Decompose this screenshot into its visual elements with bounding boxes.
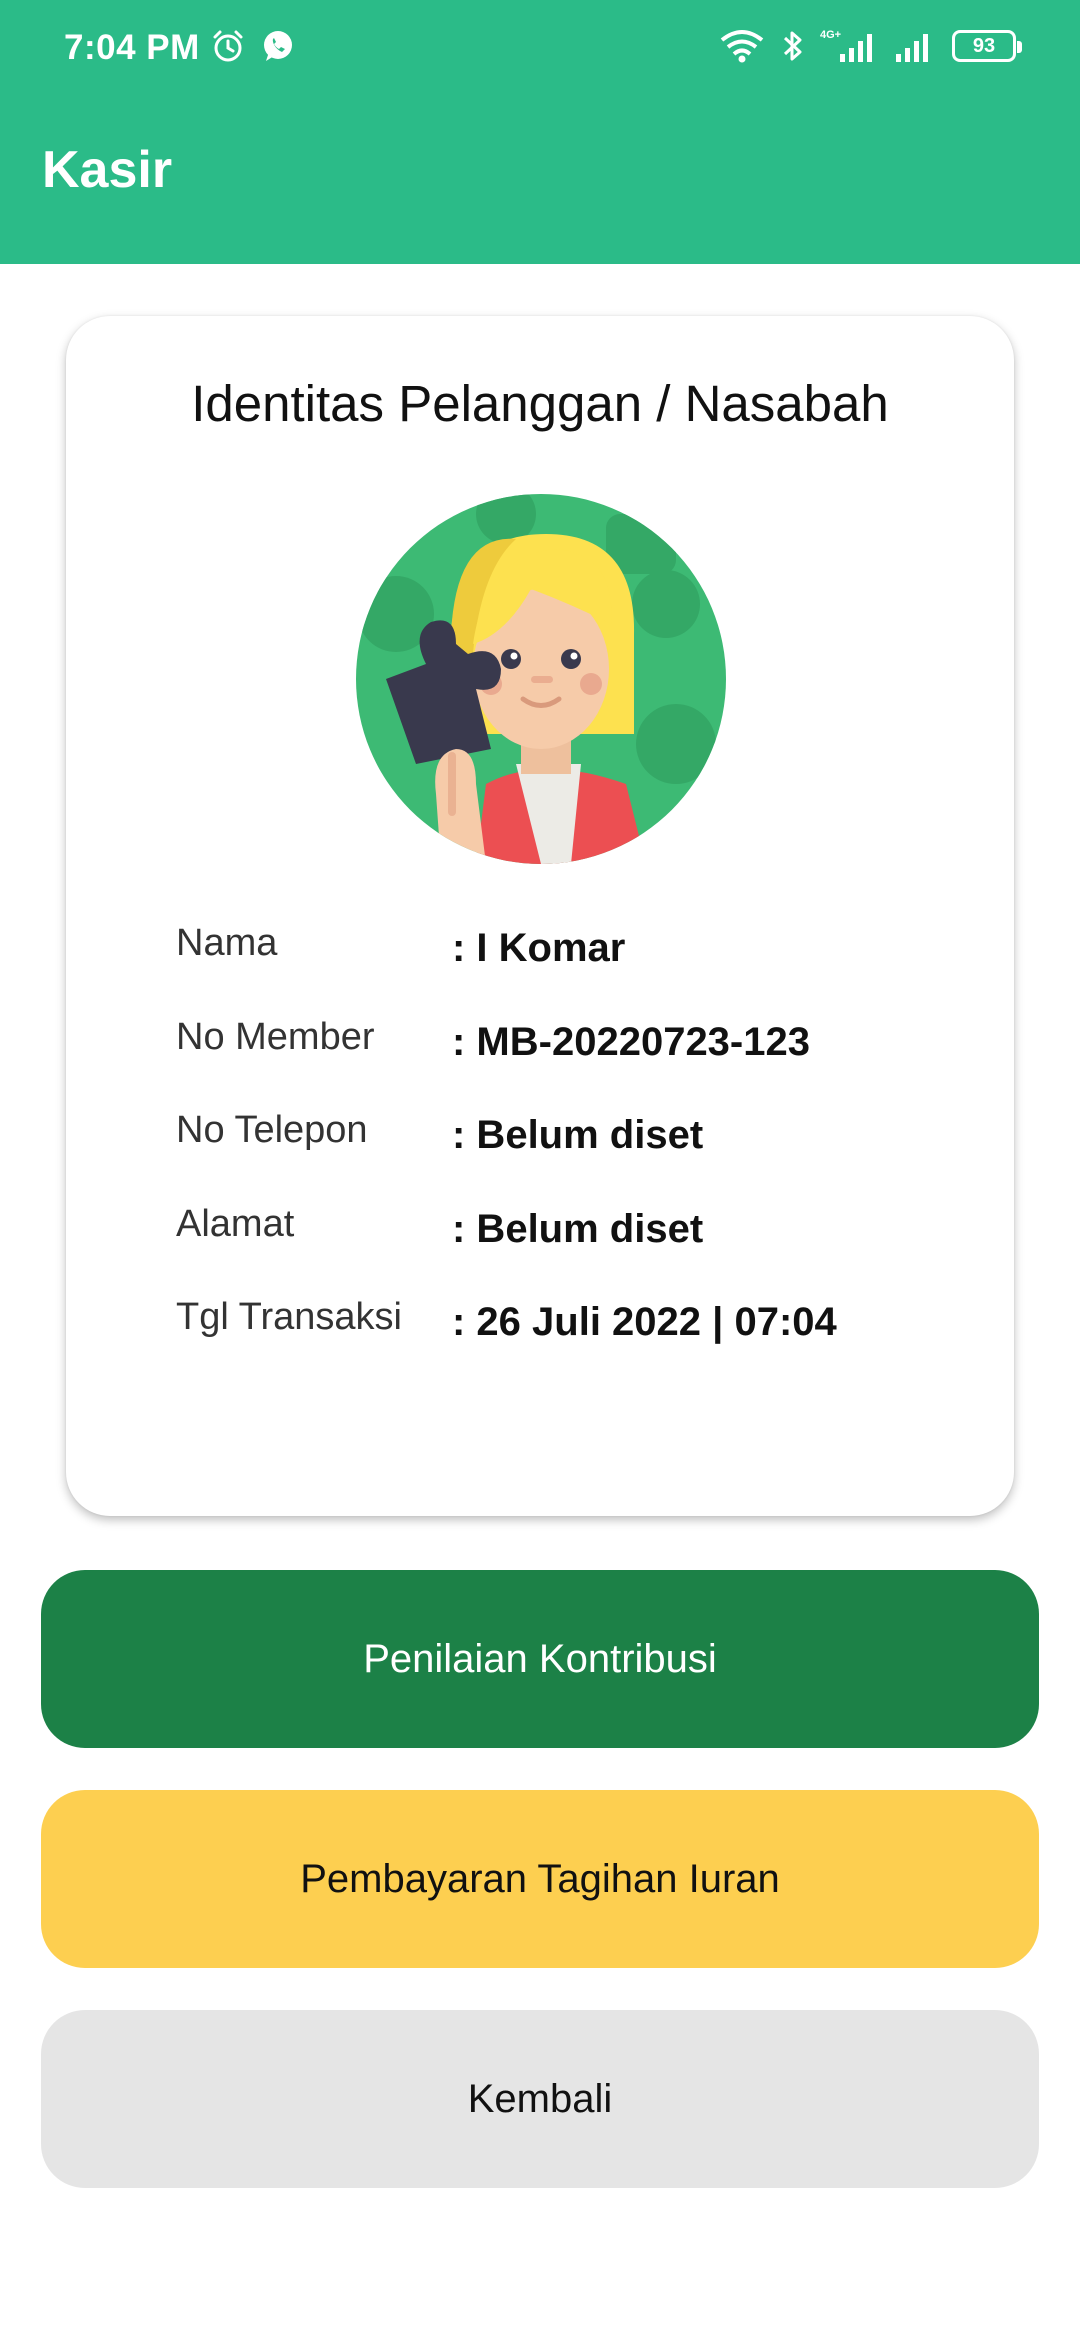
signal-4g-icon: 4G+ [820, 29, 872, 62]
info-value: : MB-20220723-123 [452, 1020, 810, 1064]
svg-text:4G+: 4G+ [820, 29, 841, 41]
info-value: : Belum diset [452, 1207, 704, 1251]
info-value: : Belum diset [452, 1113, 704, 1157]
info-row-nama: Nama : I Komar [176, 922, 996, 982]
status-bar: 7:04 PM 4G+ 93 [0, 0, 1080, 100]
info-value: : 26 Juli 2022 | 07:04 [452, 1300, 837, 1344]
alarm-icon [213, 30, 243, 62]
user-avatar-icon [356, 494, 726, 864]
info-row-no-member: No Member : MB-20220723-123 [176, 1016, 996, 1076]
customer-identity-card: Identitas Pelanggan / Nasabah Nama: I K… [66, 316, 1014, 1516]
penilaian-kontribusi-button[interactable]: Penilaian Kontribusi [41, 1570, 1039, 1748]
bluetooth-icon [783, 31, 802, 61]
pembayaran-tagihan-iuran-button[interactable]: Pembayaran Tagihan Iuran [41, 1790, 1039, 1968]
whatsapp-icon [264, 31, 292, 61]
info-label: Nama [176, 922, 278, 964]
info-row-no-telepon: No Telepon : Belum diset [176, 1109, 996, 1169]
info-label: No Telepon [176, 1109, 368, 1151]
info-label: Alamat [176, 1203, 295, 1245]
info-label: Tgl Transaksi [176, 1296, 402, 1338]
wifi-icon [720, 30, 764, 63]
page-title: Kasir [42, 141, 173, 199]
info-row-alamat: Alamat : Belum diset [176, 1203, 996, 1263]
kembali-button[interactable]: Kembali [41, 2010, 1039, 2188]
battery-indicator: 93 [952, 30, 1022, 62]
info-value: : I Komar [452, 926, 626, 970]
status-time: 7:04 PM [64, 28, 200, 67]
info-row-tgl-transaksi: Tgl Transaksi : 26 Juli 2022 | 07:04 [176, 1296, 996, 1356]
signal-icon [896, 34, 928, 62]
info-label: No Member [176, 1016, 375, 1058]
card-title: Identitas Pelanggan / Nasabah [191, 375, 889, 432]
app-bar: 7:04 PM 4G+ 93 Kasir [0, 0, 1080, 264]
